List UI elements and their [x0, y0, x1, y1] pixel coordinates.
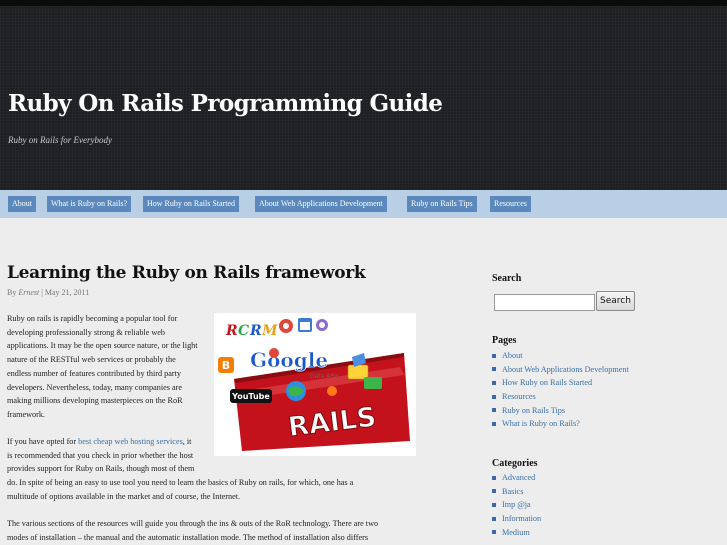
- post-paragraph-3: The various sections of the resources wi…: [7, 517, 427, 544]
- list-item: How Ruby on Rails Started: [492, 376, 629, 390]
- bullet-icon: [492, 516, 496, 521]
- search-button[interactable]: Search: [596, 291, 635, 311]
- page-link-resources[interactable]: Resources: [502, 392, 536, 401]
- bullet-icon: [492, 489, 496, 494]
- post-line: developing professionally strong & relia…: [7, 327, 166, 337]
- svg-text:M: M: [261, 323, 278, 339]
- bullet-icon: [492, 367, 496, 372]
- nav-item-about-web-applications-development[interactable]: About Web Applications Development: [255, 196, 387, 212]
- list-item: What is Ruby on Rails?: [492, 417, 629, 431]
- post-meta-by: By: [7, 288, 19, 297]
- list-item: Advanced: [492, 471, 541, 485]
- svg-text:R: R: [249, 323, 262, 339]
- list-item: About: [492, 349, 629, 363]
- category-link-imp-ja[interactable]: Imp @ja: [502, 500, 531, 509]
- post-text: , it: [182, 437, 192, 446]
- post-date: May 21, 2011: [44, 288, 90, 297]
- list-item: Imp @ja: [492, 498, 541, 512]
- list-item: Medium: [492, 526, 541, 540]
- page-link-about[interactable]: About: [502, 351, 522, 360]
- main-content: Learning the Ruby on Rails framework By …: [0, 218, 727, 545]
- page-link-about-web-applications-development[interactable]: About Web Applications Development: [502, 365, 629, 374]
- rcrm-logo: R: [225, 323, 238, 339]
- post-line: framework.: [7, 409, 45, 419]
- list-item: Information: [492, 512, 541, 526]
- post-paragraph-1: Ruby on rails is rapidly becoming a popu…: [7, 312, 217, 422]
- nav-item-what-is-ruby-on-rails[interactable]: What is Ruby on Rails?: [47, 196, 131, 212]
- post-line: developers. Nevertheless, today, many co…: [7, 382, 182, 392]
- list-item: About Web Applications Development: [492, 363, 629, 377]
- bullet-icon: [492, 475, 496, 480]
- nav-item-resources[interactable]: Resources: [490, 196, 531, 212]
- search-input[interactable]: [494, 294, 595, 311]
- pages-list: About About Web Applications Development…: [492, 349, 629, 431]
- post-line: do. In spite of being an easy to use too…: [7, 478, 354, 488]
- list-item: Ruby on Rails Tips: [492, 404, 629, 418]
- page-link-ruby-on-rails-tips[interactable]: Ruby on Rails Tips: [502, 406, 565, 415]
- nav-item-about[interactable]: About: [8, 196, 36, 212]
- bullet-icon: [492, 422, 496, 427]
- rails-google-illustration[interactable]: RAILS Google Data APIs R C R M B YouTube: [214, 313, 416, 456]
- svg-text:YouTube: YouTube: [231, 392, 270, 401]
- page-link-how-ruby-on-rails-started[interactable]: How Ruby on Rails Started: [502, 378, 592, 387]
- category-link-advanced[interactable]: Advanced: [502, 473, 535, 482]
- list-item: Basics: [492, 485, 541, 499]
- google-label: Google: [250, 348, 328, 372]
- post-author[interactable]: Ernest: [18, 288, 39, 297]
- categories-widget-title: Categories: [492, 458, 538, 469]
- bullet-icon: [492, 530, 496, 535]
- svg-text:B: B: [222, 359, 230, 372]
- folder-icon: [347, 364, 369, 380]
- pages-widget-title: Pages: [492, 335, 517, 346]
- post-line: endless number of features contributed b…: [7, 368, 181, 378]
- site-tagline: Ruby on Rails for Everybody: [8, 135, 112, 145]
- page-link-what-is-ruby-on-rails[interactable]: What is Ruby on Rails?: [502, 419, 580, 428]
- post-line: nature of the RESTful web services or pr…: [7, 355, 176, 365]
- search-widget-title: Search: [492, 273, 522, 284]
- illustration-svg: RAILS Google Data APIs R C R M B YouTube: [214, 313, 416, 456]
- list-item: Resources: [492, 390, 629, 404]
- post-text: If you have opted for: [7, 437, 79, 446]
- post-line: multitude of options available in the ma…: [7, 491, 241, 501]
- site-title[interactable]: Ruby On Rails Programming Guide: [8, 90, 443, 117]
- data-apis-label: Data APIs: [310, 373, 339, 380]
- nav-item-how-ruby-on-rails-started[interactable]: How Ruby on Rails Started: [143, 196, 239, 212]
- post-line: provides support for Ruby on Rails, thou…: [7, 464, 195, 474]
- category-link-information[interactable]: Information: [502, 514, 541, 523]
- post-line: Ruby on rails is rapidly becoming a popu…: [7, 314, 178, 323]
- nav-item-ruby-on-rails-tips[interactable]: Ruby on Rails Tips: [407, 196, 477, 212]
- post-line: The various sections of the resources wi…: [7, 519, 379, 528]
- categories-list: Advanced Basics Imp @ja Information Medi…: [492, 471, 541, 539]
- bullet-icon: [492, 381, 496, 385]
- post-line: making millions developing masterpieces …: [7, 396, 183, 406]
- svg-text:C: C: [238, 323, 249, 339]
- bullet-icon: [492, 503, 496, 507]
- post-line: applications. It may be the open source …: [7, 341, 198, 351]
- post-title[interactable]: Learning the Ruby on Rails framework: [7, 263, 366, 283]
- category-link-basics[interactable]: Basics: [502, 487, 523, 496]
- post-line: modes of installation – the manual and t…: [7, 532, 369, 542]
- site-header: Ruby On Rails Programming Guide Ruby on …: [0, 6, 727, 190]
- category-link-medium[interactable]: Medium: [502, 528, 530, 537]
- bullet-icon: [492, 353, 496, 358]
- post-line: is recommended that you check in prior w…: [7, 450, 194, 460]
- chat-icon: [364, 377, 382, 389]
- bullet-icon: [492, 394, 496, 399]
- main-nav: About What is Ruby on Rails? How Ruby on…: [0, 190, 727, 218]
- hosting-link[interactable]: best cheap web hosting services: [78, 437, 183, 446]
- bullet-icon: [492, 408, 496, 413]
- post-meta: By Ernest | May 21, 2011: [7, 288, 89, 297]
